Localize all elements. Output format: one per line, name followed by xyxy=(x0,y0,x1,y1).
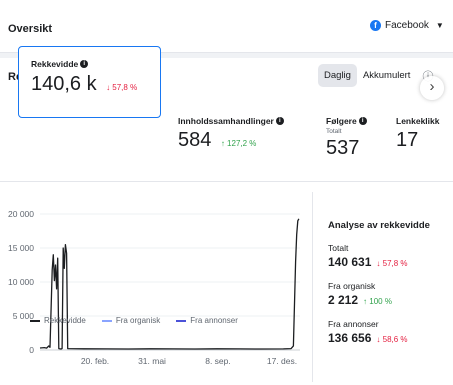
x-tick-label: 8. sep. xyxy=(205,356,231,366)
legend-item-ads: Fra annonser xyxy=(176,316,238,325)
section-divider xyxy=(0,181,453,182)
analysis-change-total: ↓ 57,8 % xyxy=(376,259,408,268)
metric-interactions-label-row: Innholdssamhandlinger i xyxy=(178,116,284,126)
legend-label: Fra annonser xyxy=(190,316,238,325)
legend-label: Fra organisk xyxy=(115,316,161,325)
chevron-down-icon: ▼ xyxy=(435,21,444,30)
info-icon: i xyxy=(358,117,367,125)
analysis-row-organic: 2 212 ↑ 100 % xyxy=(328,293,453,307)
reach-line-chart: 20 00015 00010 0005 0000 20. feb. 31. mai… xyxy=(8,209,300,366)
metric-link-clicks-label-row: Lenkeklikk xyxy=(396,116,453,126)
view-tabs: Daglig Akkumulert ⓘ xyxy=(318,64,433,87)
metric-reach-change: ↓ 57,8 % xyxy=(106,83,138,92)
y-axis-ticks: 20 00015 00010 0005 0000 xyxy=(8,209,34,355)
info-icon: i xyxy=(275,117,284,125)
series-line-rekkevidde xyxy=(39,218,300,350)
page-title: Oversikt xyxy=(8,23,53,35)
legend-item-reach: Rekkevidde xyxy=(30,316,86,325)
tab-daily[interactable]: Daglig xyxy=(318,64,357,87)
reach-analysis-panel: Analyse av rekkevidde Totalt 140 631 ↓ 5… xyxy=(328,220,453,357)
chart-series xyxy=(39,218,300,350)
legend-swatch xyxy=(30,319,40,322)
y-tick-label: 10 000 xyxy=(8,277,34,287)
metric-followers[interactable]: Følgere i Totalt 537 xyxy=(326,116,367,160)
y-tick-label: 15 000 xyxy=(8,243,34,253)
metric-reach-value: 140,6 k xyxy=(31,73,97,95)
metric-interactions-label: Innholdssamhandlinger xyxy=(178,116,274,126)
metric-followers-value-row: 537 xyxy=(326,137,367,160)
analysis-row-total: 140 631 ↓ 57,8 % xyxy=(328,255,453,269)
metric-interactions-change: ↑ 127,2 % xyxy=(220,139,257,148)
y-tick-label: 20 000 xyxy=(8,209,34,219)
analysis-row-ads: 136 656 ↓ 58,6 % xyxy=(328,331,453,345)
legend-swatch xyxy=(101,319,112,322)
analysis-change-ads: ↓ 58,6 % xyxy=(376,335,408,344)
info-icon: i xyxy=(80,60,89,68)
metric-interactions-value-row: 584 ↑ 127,2 % xyxy=(178,129,284,152)
metric-reach-label-row: Rekkevidde i xyxy=(31,59,89,69)
metric-followers-label-row: Følgere i xyxy=(326,116,367,126)
metric-followers-value: 537 xyxy=(326,137,360,159)
metric-reach[interactable]: Rekkevidde i 140,6 k ↓ 57,8 % xyxy=(18,46,161,118)
legend-item-organic: Fra organisk xyxy=(101,316,161,325)
analysis-value-ads: 136 656 xyxy=(328,331,372,345)
metric-followers-sub: Totalt xyxy=(326,128,342,135)
metric-followers-label: Følgere xyxy=(326,116,357,126)
metric-interactions-value: 584 xyxy=(178,129,212,151)
analysis-change-organic: ↑ 100 % xyxy=(363,297,392,306)
chart-grid xyxy=(40,213,300,351)
metric-link-clicks-value-row: 17 xyxy=(396,129,453,152)
analysis-title: Analyse av rekkevidde xyxy=(328,220,430,231)
analysis-value-organic: 2 212 xyxy=(328,293,359,307)
next-arrow-button[interactable]: › xyxy=(420,76,444,100)
legend-label: Rekkevidde xyxy=(44,316,86,325)
x-tick-label: 31. mai xyxy=(138,356,166,366)
source-label: Facebook xyxy=(385,20,429,31)
facebook-icon: f xyxy=(370,20,381,31)
analysis-label-organic: Fra organisk xyxy=(328,281,376,291)
chart-legend: Rekkevidde Fra organisk Fra annonser xyxy=(30,316,238,325)
x-tick-label: 17. des. xyxy=(267,356,297,366)
metric-link-clicks-label: Lenkeklikk xyxy=(396,116,440,126)
metric-link-clicks[interactable]: Lenkeklikk 17 xyxy=(396,116,453,152)
metric-reach-label: Rekkevidde xyxy=(31,59,79,69)
analysis-label-ads: Fra annonser xyxy=(328,319,379,329)
metric-reach-value-row: 140,6 k ↓ 57,8 % xyxy=(31,73,137,96)
legend-swatch xyxy=(176,319,187,322)
analysis-label-total: Totalt xyxy=(328,243,349,253)
metric-interactions[interactable]: Innholdssamhandlinger i 584 ↑ 127,2 % xyxy=(178,116,284,152)
column-divider xyxy=(312,192,313,382)
source-dropdown[interactable]: f Facebook ▼ xyxy=(370,20,444,31)
analysis-value-total: 140 631 xyxy=(328,255,372,269)
tab-cumulative[interactable]: Akkumulert xyxy=(357,64,417,87)
x-tick-label: 20. feb. xyxy=(81,356,109,366)
x-axis-ticks: 20. feb. 31. mai 8. sep. 17. des. xyxy=(81,356,297,366)
y-tick-label: 0 xyxy=(29,345,34,355)
metric-link-clicks-value: 17 xyxy=(396,129,419,151)
